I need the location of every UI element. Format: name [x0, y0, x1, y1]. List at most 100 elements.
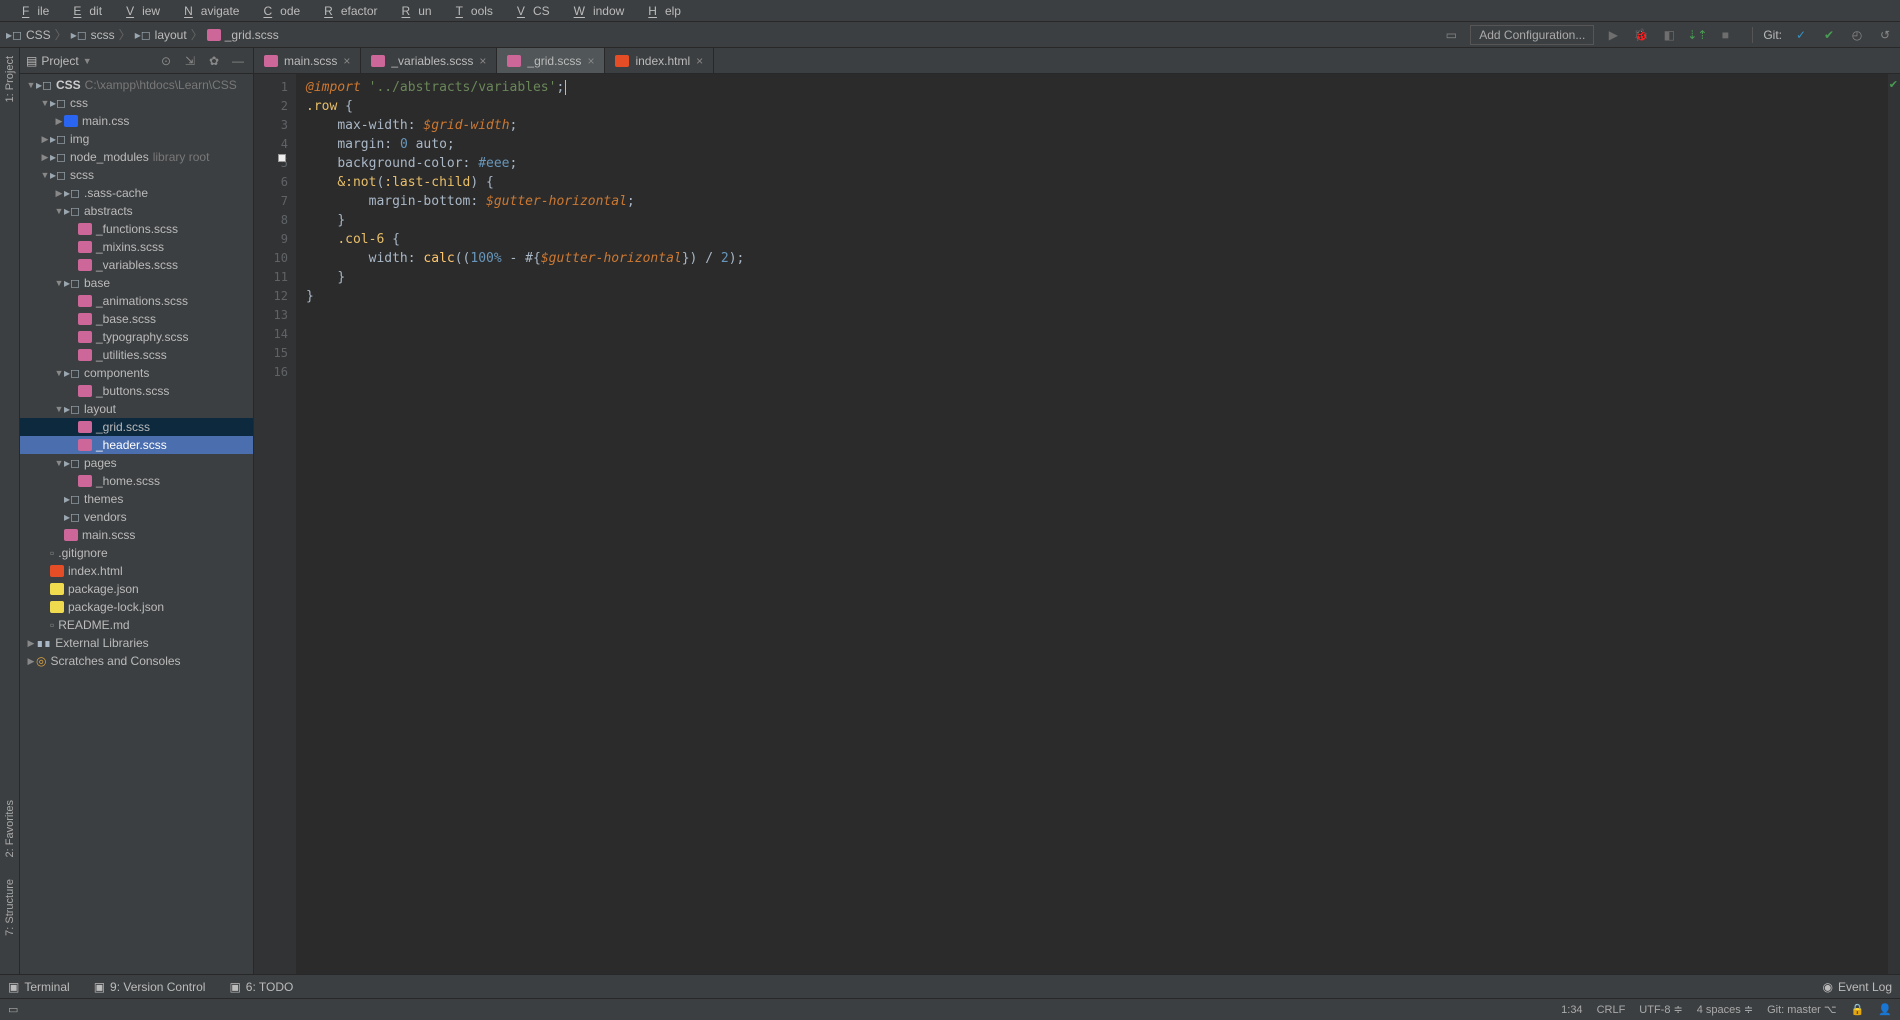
inspector-icon[interactable]: 👤	[1878, 1003, 1892, 1016]
event-log-button[interactable]: ◉ Event Log	[1822, 980, 1892, 994]
coverage-icon[interactable]: ◧	[1660, 26, 1678, 44]
menu-file[interactable]: File	[6, 2, 57, 20]
tree-item--gitignore[interactable]: ▫.gitignore	[20, 544, 253, 562]
tree-item-package-json[interactable]: package.json	[20, 580, 253, 598]
git-branch[interactable]: Git: master ⌥	[1767, 1003, 1837, 1016]
close-icon[interactable]: ×	[479, 54, 486, 68]
editor-tab--variables-scss[interactable]: _variables.scss×	[361, 48, 497, 73]
dropdown-icon[interactable]: ▼	[83, 56, 92, 66]
structure-tab[interactable]: 7: Structure	[2, 871, 18, 944]
menu-run[interactable]: Run	[386, 2, 440, 20]
stop-icon[interactable]: ■	[1716, 26, 1734, 44]
tree-item-node-modules[interactable]: ▶▸◻node_modules library root	[20, 148, 253, 166]
close-icon[interactable]: ×	[696, 54, 703, 68]
add-configuration-button[interactable]: Add Configuration...	[1470, 25, 1594, 45]
tree-item--animations-scss[interactable]: _animations.scss	[20, 292, 253, 310]
code-editor[interactable]: @import '../abstracts/variables';.row { …	[296, 74, 1888, 974]
close-icon[interactable]: ×	[343, 54, 350, 68]
menu-view[interactable]: View	[110, 2, 168, 20]
menu-vcs[interactable]: VCS	[501, 2, 558, 20]
inspection-ok-icon: ✔	[1889, 78, 1898, 91]
tree-item-layout[interactable]: ▼▸◻layout	[20, 400, 253, 418]
tree-item-scratches-and-consoles[interactable]: ▶◎Scratches and Consoles	[20, 652, 253, 670]
git-commit-icon[interactable]: ✔	[1820, 26, 1838, 44]
tree-item-abstracts[interactable]: ▼▸◻abstracts	[20, 202, 253, 220]
project-tree[interactable]: ▼▸◻CSS C:\xampp\htdocs\Learn\CSS▼▸◻css▶m…	[20, 74, 253, 974]
menu-edit[interactable]: Edit	[57, 2, 110, 20]
tree-item--grid-scss[interactable]: _grid.scss	[20, 418, 253, 436]
breadcrumb-layout[interactable]: ▸◻layout	[135, 28, 187, 42]
tree-item--buttons-scss[interactable]: _buttons.scss	[20, 382, 253, 400]
tree-item-components[interactable]: ▼▸◻components	[20, 364, 253, 382]
layout-icon[interactable]: ▭	[1442, 26, 1460, 44]
tree-item-css[interactable]: ▼▸◻css	[20, 94, 253, 112]
git-revert-icon[interactable]: ↺	[1876, 26, 1894, 44]
editor-tab-index-html[interactable]: index.html×	[605, 48, 714, 73]
git-history-icon[interactable]: ◴	[1848, 26, 1866, 44]
menu-code[interactable]: Code	[247, 2, 308, 20]
tool-6--todo[interactable]: ▣6: TODO	[229, 980, 293, 994]
file-encoding[interactable]: UTF-8 ≑	[1639, 1003, 1682, 1016]
indent-info[interactable]: 4 spaces ≑	[1697, 1003, 1753, 1016]
tree-item--mixins-scss[interactable]: _mixins.scss	[20, 238, 253, 256]
bottom-toolbar: ▣Terminal ▣9: Version Control ▣6: TODO ◉ E…	[0, 974, 1900, 998]
vcs-icon: ▣	[94, 980, 105, 994]
expand-all-icon[interactable]: ⇲	[181, 52, 199, 70]
tree-item--base-scss[interactable]: _base.scss	[20, 310, 253, 328]
select-opened-icon[interactable]: ⊙	[157, 52, 175, 70]
tree-item--utilities-scss[interactable]: _utilities.scss	[20, 346, 253, 364]
tree-item-scss[interactable]: ▼▸◻scss	[20, 166, 253, 184]
menu-navigate[interactable]: Navigate	[168, 2, 247, 20]
editor-tab-main-scss[interactable]: main.scss×	[254, 48, 361, 73]
lock-icon[interactable]: 🔒	[1851, 1003, 1865, 1016]
tool-terminal[interactable]: ▣Terminal	[8, 980, 70, 994]
tree-item-vendors[interactable]: ▸◻vendors	[20, 508, 253, 526]
menu-tools[interactable]: Tools	[440, 2, 501, 20]
tree-item-pages[interactable]: ▼▸◻pages	[20, 454, 253, 472]
tree-item--home-scss[interactable]: _home.scss	[20, 472, 253, 490]
tree-item-css[interactable]: ▼▸◻CSS C:\xampp\htdocs\Learn\CSS	[20, 76, 253, 94]
tree-item-package-lock-json[interactable]: package-lock.json	[20, 598, 253, 616]
git-update-icon[interactable]: ✓	[1792, 26, 1810, 44]
tree-item--functions-scss[interactable]: _functions.scss	[20, 220, 253, 238]
tree-item-external-libraries[interactable]: ▶∎∎External Libraries	[20, 634, 253, 652]
profile-icon[interactable]: ⇣⇡	[1688, 26, 1706, 44]
debug-icon[interactable]: 🐞	[1632, 26, 1650, 44]
status-left: ▭	[8, 1003, 18, 1016]
tree-item-index-html[interactable]: index.html	[20, 562, 253, 580]
line-gutter: 12345678910111213141516	[254, 74, 296, 974]
tree-item--header-scss[interactable]: _header.scss	[20, 436, 253, 454]
breadcrumb-_grid.scss[interactable]: _grid.scss	[207, 28, 279, 42]
menu-refactor[interactable]: Refactor	[308, 2, 385, 20]
breadcrumb-scss[interactable]: ▸◻scss	[71, 28, 115, 42]
tree-item--variables-scss[interactable]: _variables.scss	[20, 256, 253, 274]
tree-item-main-scss[interactable]: main.scss	[20, 526, 253, 544]
project-panel-title[interactable]: Project	[41, 54, 78, 68]
error-stripe: ✔	[1888, 74, 1900, 974]
tree-item-img[interactable]: ▶▸◻img	[20, 130, 253, 148]
close-icon[interactable]: ×	[587, 54, 594, 68]
tree-item-base[interactable]: ▼▸◻base	[20, 274, 253, 292]
navbar: ▸◻CSS〉▸◻scss〉▸◻layout〉_grid.scss ▭ Add C…	[0, 22, 1900, 48]
tree-item-readme-md[interactable]: ▫README.md	[20, 616, 253, 634]
event-log-icon: ◉	[1822, 980, 1832, 994]
editor-tabs: main.scss×_variables.scss×_grid.scss×ind…	[254, 48, 1900, 74]
tree-item--sass-cache[interactable]: ▶▸◻.sass-cache	[20, 184, 253, 202]
tree-item--typography-scss[interactable]: _typography.scss	[20, 328, 253, 346]
menu-help[interactable]: Help	[632, 2, 689, 20]
tree-item-main-css[interactable]: ▶main.css	[20, 112, 253, 130]
toolbar-right: ▭ Add Configuration... ▶ 🐞 ◧ ⇣⇡ ■ Git: ✓…	[1442, 25, 1894, 45]
settings-icon[interactable]: ✿	[205, 52, 223, 70]
project-tab[interactable]: 1: Project	[2, 48, 18, 110]
editor-tab--grid-scss[interactable]: _grid.scss×	[497, 48, 605, 73]
menu-window[interactable]: Window	[558, 2, 633, 20]
tree-item-themes[interactable]: ▸◻themes	[20, 490, 253, 508]
project-select-icon[interactable]: ▤	[26, 54, 37, 68]
favorites-tab[interactable]: 2: Favorites	[2, 792, 18, 865]
breadcrumb-css[interactable]: ▸◻CSS	[6, 28, 51, 42]
terminal-icon: ▣	[8, 980, 19, 994]
line-separator[interactable]: CRLF	[1597, 1004, 1626, 1016]
run-icon[interactable]: ▶	[1604, 26, 1622, 44]
tool-9--version-control[interactable]: ▣9: Version Control	[94, 980, 206, 994]
hide-icon[interactable]: —	[229, 52, 247, 70]
